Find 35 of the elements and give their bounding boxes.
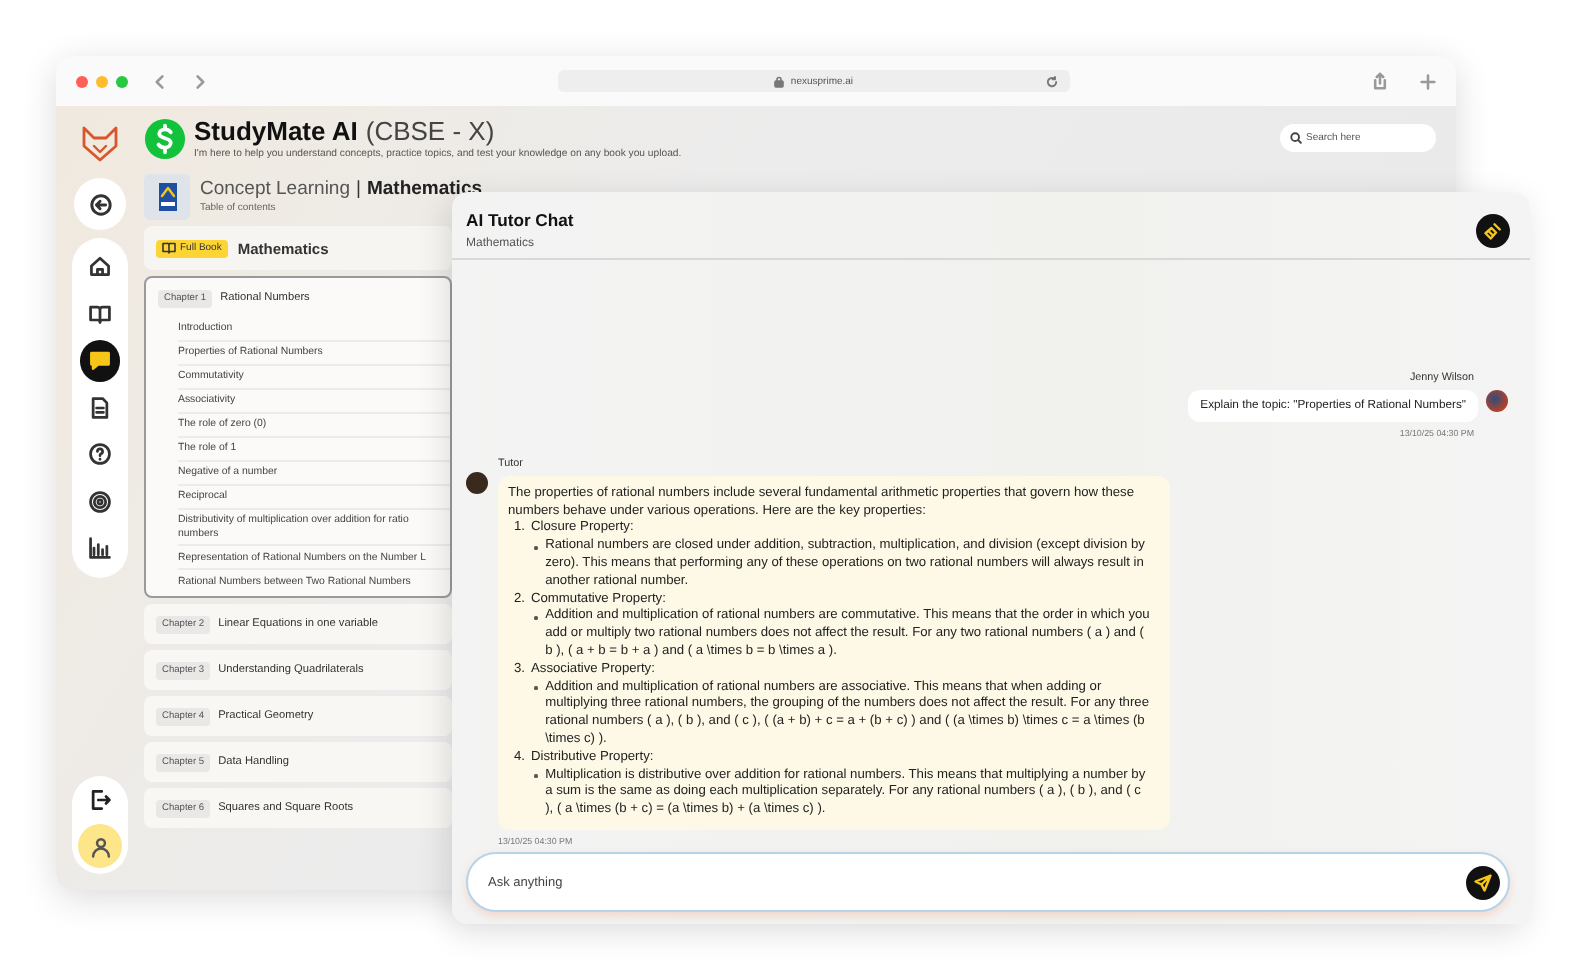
back-button[interactable] (74, 178, 126, 230)
book-cover-icon (157, 181, 177, 211)
target-icon (88, 489, 112, 514)
user-icon (89, 835, 111, 857)
dollar-logo-icon (144, 117, 186, 159)
document-icon (88, 395, 112, 420)
chapter-item[interactable] (144, 276, 452, 599)
refresh-icon[interactable] (1046, 75, 1058, 87)
fox-logo-icon (80, 124, 120, 164)
app-title: StudyMate AI (194, 116, 358, 146)
user-avatar (1486, 389, 1508, 412)
forward-icon[interactable] (192, 73, 208, 89)
back-arrow-icon (89, 193, 111, 215)
title-separator: | (356, 178, 361, 200)
profile-button[interactable] (78, 824, 122, 868)
chat-title: AI Tutor Chat (466, 210, 576, 230)
book-icon (162, 242, 176, 254)
nav-button[interactable] (80, 340, 120, 381)
logout-icon[interactable] (88, 788, 112, 812)
share-icon[interactable] (1372, 72, 1388, 90)
send-icon (1474, 873, 1492, 891)
subject-title: Mathematics (366, 178, 483, 200)
home-icon (88, 254, 112, 279)
book-icon (88, 301, 112, 326)
app-edition: (CBSE - X) (365, 116, 495, 146)
help-icon (88, 442, 112, 467)
search-icon (1290, 132, 1302, 144)
tutor-avatar (466, 471, 488, 494)
plus-icon[interactable] (1420, 73, 1436, 89)
clear-chat-button[interactable] (1476, 213, 1510, 247)
section-title: Concept Learning (200, 178, 350, 200)
lock-icon (774, 75, 785, 87)
back-icon[interactable] (152, 73, 168, 89)
chat-icon (88, 348, 112, 373)
chart-icon (88, 536, 112, 561)
